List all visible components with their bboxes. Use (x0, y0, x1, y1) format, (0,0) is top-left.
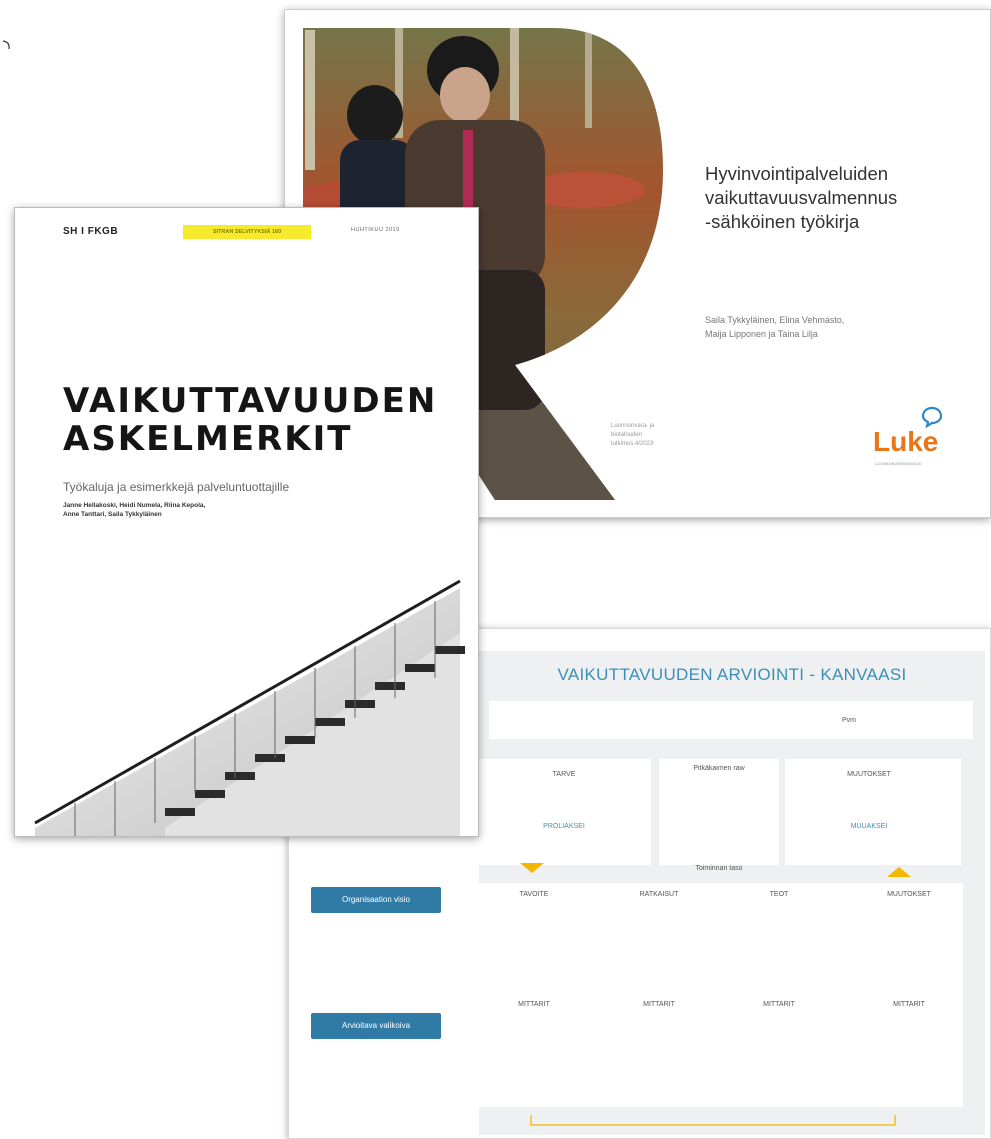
workbook-series-line: tutkimus 4/2023 (611, 441, 654, 447)
canvas-muutokset-bottom-label: MUUTOKSET (887, 891, 931, 898)
workbook-series-line: biotalouden (611, 432, 643, 438)
canvas-mittarit-label: MITTARIT (763, 1001, 795, 1008)
book-authors-line: Anne Tanttari, Saila Tykkyläinen (63, 511, 162, 518)
luke-logo-subtext: LUONNONVARAKESKUS (875, 462, 922, 466)
canvas-mittarit-label: MITTARIT (893, 1001, 925, 1008)
partial-mark-icon (2, 40, 10, 50)
canvas-muutokset-blue-label: MUUAKSEI (850, 823, 888, 830)
canvas-top-center-label: Pitkäkaimen raw (693, 765, 745, 772)
canvas-middle-label: Toiminnan taso (695, 865, 743, 872)
book-title-line: VAIKUTTAVUUDEN (63, 381, 438, 421)
book-cover: SH I FKGB SITRAN SELVITYKSIÄ 160 HUHTIKU… (14, 207, 479, 837)
publication-date: HUHTIKUU 2019 (351, 227, 400, 233)
sitra-logo: SH I FKGB (63, 226, 119, 237)
book-subtitle: Työkaluja ja esimerkkejä palveluntuottaj… (63, 480, 290, 494)
luke-logo-text: Luke (873, 426, 939, 457)
book-authors: Janne Hellakoski, Heidi Numela, Riina Ke… (63, 501, 323, 519)
canvas-mittarit-label: MITTARIT (643, 1001, 675, 1008)
workbook-title-line: vaikuttavuusvalmennus (705, 187, 898, 208)
luke-logo: Luke LUONNONVARAKESKUS (873, 406, 953, 468)
canvas-title: VAIKUTTAVUUDEN ARVIOINTI - KANVAASI (557, 665, 907, 684)
workbook-authors-line: Saila Tykkyläinen, Elina Vehmasto, (705, 315, 845, 325)
canvas-yellow-bracket (530, 1115, 896, 1126)
book-title: VAIKUTTAVUUDEN ASKELMERKIT (63, 382, 437, 458)
canvas-center-box (659, 759, 779, 865)
book-authors-line: Janne Hellakoski, Heidi Numela, Riina Ke… (63, 502, 206, 509)
speech-bubble-icon (921, 406, 943, 428)
staircase-photo (15, 538, 478, 836)
workbook-series: Luonnonvara- ja biotalouden tutkimus 4/2… (611, 422, 731, 449)
evaluated-button[interactable]: Arvioitava valikoiva (311, 1013, 441, 1039)
arrow-up-icon (887, 867, 911, 877)
canvas-bottom-grid (469, 883, 963, 1107)
arrow-down-icon (520, 863, 544, 873)
canvas-mittarit-label: MITTARIT (518, 1001, 550, 1008)
canvas-tarve-label: TARVE (552, 771, 576, 778)
workbook-authors-line: Maija Lipponen ja Taina Lilja (705, 329, 818, 339)
canvas-muutokset-top-label: MUUTOKSET (847, 771, 891, 778)
canvas-date-label: Pvm (842, 717, 856, 724)
canvas-tarve-blue-label: PROLIAKSEI (543, 823, 585, 830)
workbook-title: Hyvinvointipalveluiden vaikuttavuusvalme… (705, 162, 975, 234)
org-vision-button[interactable]: Organisaation visio (311, 887, 441, 913)
workbook-series-line: Luonnonvara- ja (611, 423, 655, 429)
canvas-tavoite-label: TAVOITE (519, 891, 549, 898)
canvas-date-row: Pvm (489, 701, 973, 739)
canvas-teot-label: TEOT (769, 891, 789, 898)
canvas-ratkaisut-label: RATKAISUT (639, 891, 679, 898)
workbook-title-line: Hyvinvointipalveluiden (705, 163, 889, 184)
workbook-title-line: -sähköinen työkirja (705, 211, 860, 232)
workbook-authors: Saila Tykkyläinen, Elina Vehmasto, Maija… (705, 313, 975, 341)
book-title-line: ASKELMERKIT (63, 419, 353, 459)
series-tag: SITRAN SELVITYKSIÄ 160 (183, 225, 311, 239)
